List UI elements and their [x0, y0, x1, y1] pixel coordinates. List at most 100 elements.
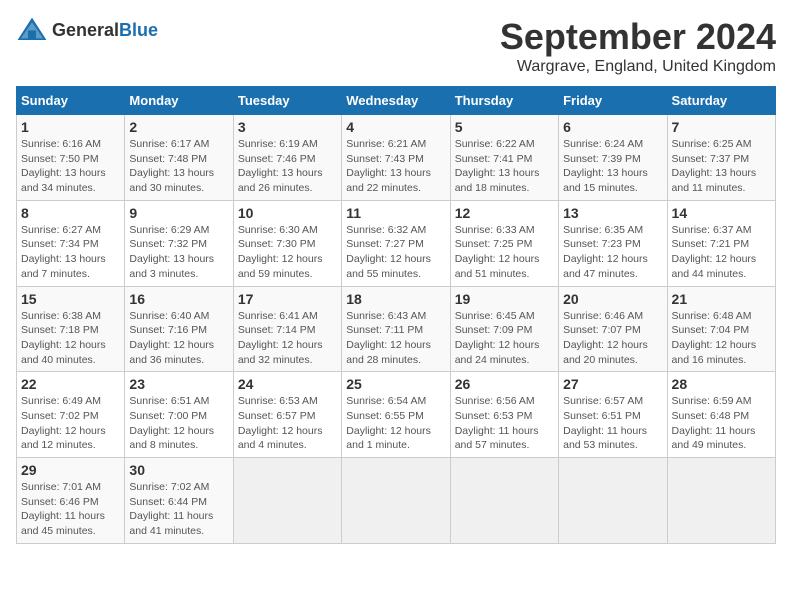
day-number: 23 — [129, 376, 228, 392]
day-info: Sunrise: 6:29 AM Sunset: 7:32 PM Dayligh… — [129, 223, 228, 282]
day-number: 15 — [21, 291, 120, 307]
calendar-week-5: 29 Sunrise: 7:01 AM Sunset: 6:46 PM Dayli… — [17, 458, 776, 544]
logo-text-blue: Blue — [119, 20, 158, 40]
day-number: 9 — [129, 205, 228, 221]
day-info: Sunrise: 6:51 AM Sunset: 7:00 PM Dayligh… — [129, 394, 228, 453]
calendar-cell: 5 Sunrise: 6:22 AM Sunset: 7:41 PM Daylig… — [450, 115, 558, 201]
day-number: 5 — [455, 119, 554, 135]
logo-text-general: General — [52, 20, 119, 40]
day-number: 13 — [563, 205, 662, 221]
calendar-cell: 25 Sunrise: 6:54 AM Sunset: 6:55 PM Dayli… — [342, 372, 450, 458]
header-day-thursday: Thursday — [450, 87, 558, 115]
calendar-cell: 30 Sunrise: 7:02 AM Sunset: 6:44 PM Dayli… — [125, 458, 233, 544]
calendar-body: 1 Sunrise: 6:16 AM Sunset: 7:50 PM Daylig… — [17, 115, 776, 544]
day-info: Sunrise: 6:41 AM Sunset: 7:14 PM Dayligh… — [238, 309, 337, 368]
calendar-cell: 14Sunrise: 6:37 AM Sunset: 7:21 PM Dayli… — [667, 200, 775, 286]
calendar-cell: 8Sunrise: 6:27 AM Sunset: 7:34 PM Daylig… — [17, 200, 125, 286]
calendar-cell: 28 Sunrise: 6:59 AM Sunset: 6:48 PM Dayli… — [667, 372, 775, 458]
calendar-cell: 20 Sunrise: 6:46 AM Sunset: 7:07 PM Dayli… — [559, 286, 667, 372]
day-number: 16 — [129, 291, 228, 307]
header-day-sunday: Sunday — [17, 87, 125, 115]
main-title: September 2024 — [500, 16, 776, 58]
day-info: Sunrise: 6:46 AM Sunset: 7:07 PM Dayligh… — [563, 309, 662, 368]
calendar-cell: 12 Sunrise: 6:33 AM Sunset: 7:25 PM Dayli… — [450, 200, 558, 286]
day-info: Sunrise: 6:49 AM Sunset: 7:02 PM Dayligh… — [21, 394, 120, 453]
calendar-cell: 7 Sunrise: 6:25 AM Sunset: 7:37 PM Daylig… — [667, 115, 775, 201]
calendar-cell: 24Sunrise: 6:53 AM Sunset: 6:57 PM Dayli… — [233, 372, 341, 458]
calendar-cell: 9 Sunrise: 6:29 AM Sunset: 7:32 PM Daylig… — [125, 200, 233, 286]
day-info: Sunrise: 6:48 AM Sunset: 7:04 PM Dayligh… — [672, 309, 771, 368]
day-number: 28 — [672, 376, 771, 392]
day-number: 21 — [672, 291, 771, 307]
day-number: 18 — [346, 291, 445, 307]
calendar-table: SundayMondayTuesdayWednesdayThursdayFrid… — [16, 86, 776, 544]
calendar-cell: 17 Sunrise: 6:41 AM Sunset: 7:14 PM Dayli… — [233, 286, 341, 372]
header-day-friday: Friday — [559, 87, 667, 115]
day-number: 1 — [21, 119, 120, 135]
day-info: Sunrise: 6:30 AM Sunset: 7:30 PM Dayligh… — [238, 223, 337, 282]
calendar-cell: 2Sunrise: 6:17 AM Sunset: 7:48 PM Daylig… — [125, 115, 233, 201]
calendar-cell: 27Sunrise: 6:57 AM Sunset: 6:51 PM Dayli… — [559, 372, 667, 458]
calendar-cell — [667, 458, 775, 544]
calendar-week-3: 15 Sunrise: 6:38 AM Sunset: 7:18 PM Dayli… — [17, 286, 776, 372]
day-number: 14 — [672, 205, 771, 221]
calendar-cell: 26 Sunrise: 6:56 AM Sunset: 6:53 PM Dayli… — [450, 372, 558, 458]
day-info: Sunrise: 7:01 AM Sunset: 6:46 PM Dayligh… — [21, 480, 120, 539]
day-number: 19 — [455, 291, 554, 307]
day-info: Sunrise: 6:32 AM Sunset: 7:27 PM Dayligh… — [346, 223, 445, 282]
day-info: Sunrise: 6:24 AM Sunset: 7:39 PM Dayligh… — [563, 137, 662, 196]
calendar-cell: 19Sunrise: 6:45 AM Sunset: 7:09 PM Dayli… — [450, 286, 558, 372]
day-number: 22 — [21, 376, 120, 392]
day-info: Sunrise: 6:25 AM Sunset: 7:37 PM Dayligh… — [672, 137, 771, 196]
day-number: 3 — [238, 119, 337, 135]
day-number: 17 — [238, 291, 337, 307]
calendar-cell: 15 Sunrise: 6:38 AM Sunset: 7:18 PM Dayli… — [17, 286, 125, 372]
header: GeneralBlue September 2024 Wargrave, Eng… — [16, 16, 776, 76]
day-info: Sunrise: 7:02 AM Sunset: 6:44 PM Dayligh… — [129, 480, 228, 539]
day-info: Sunrise: 6:57 AM Sunset: 6:51 PM Dayligh… — [563, 394, 662, 453]
day-number: 25 — [346, 376, 445, 392]
title-section: September 2024 Wargrave, England, United… — [500, 16, 776, 76]
calendar-cell: 23 Sunrise: 6:51 AM Sunset: 7:00 PM Dayli… — [125, 372, 233, 458]
day-number: 4 — [346, 119, 445, 135]
day-number: 26 — [455, 376, 554, 392]
calendar-cell: 3 Sunrise: 6:19 AM Sunset: 7:46 PM Daylig… — [233, 115, 341, 201]
calendar-cell — [233, 458, 341, 544]
calendar-cell: 4Sunrise: 6:21 AM Sunset: 7:43 PM Daylig… — [342, 115, 450, 201]
day-info: Sunrise: 6:54 AM Sunset: 6:55 PM Dayligh… — [346, 394, 445, 453]
calendar-cell: 11 Sunrise: 6:32 AM Sunset: 7:27 PM Dayli… — [342, 200, 450, 286]
day-number: 8 — [21, 205, 120, 221]
day-info: Sunrise: 6:35 AM Sunset: 7:23 PM Dayligh… — [563, 223, 662, 282]
day-number: 12 — [455, 205, 554, 221]
day-number: 2 — [129, 119, 228, 135]
day-info: Sunrise: 6:22 AM Sunset: 7:41 PM Dayligh… — [455, 137, 554, 196]
day-number: 10 — [238, 205, 337, 221]
logo-icon — [16, 16, 48, 44]
day-number: 7 — [672, 119, 771, 135]
day-info: Sunrise: 6:38 AM Sunset: 7:18 PM Dayligh… — [21, 309, 120, 368]
day-info: Sunrise: 6:59 AM Sunset: 6:48 PM Dayligh… — [672, 394, 771, 453]
header-day-saturday: Saturday — [667, 87, 775, 115]
header-day-wednesday: Wednesday — [342, 87, 450, 115]
day-info: Sunrise: 6:56 AM Sunset: 6:53 PM Dayligh… — [455, 394, 554, 453]
calendar-cell: 18Sunrise: 6:43 AM Sunset: 7:11 PM Dayli… — [342, 286, 450, 372]
day-number: 30 — [129, 462, 228, 478]
day-number: 20 — [563, 291, 662, 307]
subtitle: Wargrave, England, United Kingdom — [500, 58, 776, 76]
day-number: 29 — [21, 462, 120, 478]
day-number: 24 — [238, 376, 337, 392]
day-number: 6 — [563, 119, 662, 135]
header-day-tuesday: Tuesday — [233, 87, 341, 115]
calendar-cell: 21 Sunrise: 6:48 AM Sunset: 7:04 PM Dayli… — [667, 286, 775, 372]
day-number: 11 — [346, 205, 445, 221]
calendar-week-4: 22 Sunrise: 6:49 AM Sunset: 7:02 PM Dayli… — [17, 372, 776, 458]
calendar-cell — [559, 458, 667, 544]
calendar-cell — [342, 458, 450, 544]
day-info: Sunrise: 6:19 AM Sunset: 7:46 PM Dayligh… — [238, 137, 337, 196]
day-info: Sunrise: 6:16 AM Sunset: 7:50 PM Dayligh… — [21, 137, 120, 196]
calendar-week-2: 8Sunrise: 6:27 AM Sunset: 7:34 PM Daylig… — [17, 200, 776, 286]
calendar-cell: 16Sunrise: 6:40 AM Sunset: 7:16 PM Dayli… — [125, 286, 233, 372]
logo: GeneralBlue — [16, 16, 158, 44]
calendar-cell: 6 Sunrise: 6:24 AM Sunset: 7:39 PM Daylig… — [559, 115, 667, 201]
day-info: Sunrise: 6:33 AM Sunset: 7:25 PM Dayligh… — [455, 223, 554, 282]
